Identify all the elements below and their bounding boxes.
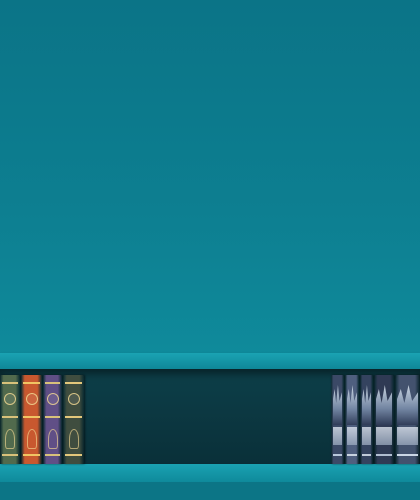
wall-background bbox=[0, 0, 420, 353]
shelf-bottom-board bbox=[0, 464, 420, 482]
shelf-book-7[interactable] bbox=[360, 375, 373, 464]
shelf-book-8[interactable] bbox=[374, 375, 394, 464]
shelf-book-6[interactable] bbox=[345, 375, 359, 464]
bookshelf-app bbox=[0, 0, 420, 500]
shelf-book-9[interactable] bbox=[395, 375, 420, 464]
shelf-book-1[interactable] bbox=[0, 375, 20, 464]
shelf-book-5[interactable] bbox=[331, 375, 344, 464]
shelf-top-board bbox=[0, 353, 420, 369]
shelf-book-3[interactable] bbox=[43, 375, 62, 464]
floor-strip bbox=[0, 482, 420, 500]
shelf-book-2[interactable] bbox=[21, 375, 42, 464]
shelf-book-4[interactable] bbox=[63, 375, 84, 464]
